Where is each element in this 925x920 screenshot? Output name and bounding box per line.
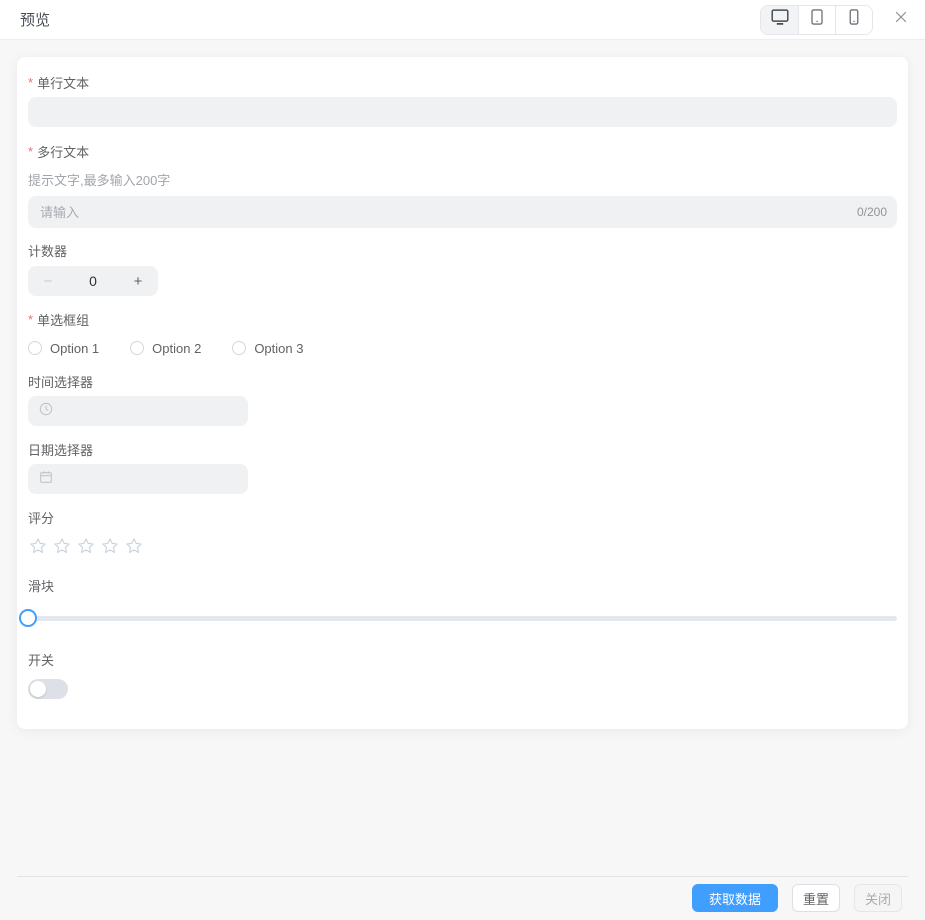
reset-button[interactable]: 重置 <box>791 884 840 912</box>
header-actions <box>760 4 911 35</box>
get-data-button[interactable]: 获取数据 <box>691 884 778 912</box>
form-item-rating: 评分 <box>28 508 897 556</box>
clock-icon <box>38 401 54 422</box>
time-picker-input[interactable] <box>28 396 248 426</box>
form-item-multi-text: * 多行文本 提示文字,最多输入200字 0/200 <box>28 142 897 228</box>
radio-option-3[interactable]: Option 3 <box>232 341 303 356</box>
required-marker: * <box>28 311 34 327</box>
slider-label: 滑块 <box>28 578 55 594</box>
radio-option-2[interactable]: Option 2 <box>130 341 201 356</box>
required-marker: * <box>28 143 34 159</box>
required-marker: * <box>28 74 34 90</box>
form-preview-card: * 单行文本 * 多行文本 提示文字,最多输入200字 0/200 计数器 − … <box>17 57 908 729</box>
page-title: 预览 <box>20 12 51 29</box>
star-icon[interactable] <box>28 536 52 556</box>
radio-group-label: * 单选框组 <box>28 311 90 328</box>
star-icon[interactable] <box>76 536 100 556</box>
close-button[interactable]: 关闭 <box>853 884 902 912</box>
device-mobile-button[interactable] <box>835 5 872 34</box>
slider-track[interactable] <box>28 616 897 621</box>
preview-header: 预览 <box>0 0 925 40</box>
star-icon[interactable] <box>124 536 148 556</box>
multi-text-hint: 提示文字,最多输入200字 <box>28 173 171 188</box>
minus-icon[interactable]: − <box>28 273 68 290</box>
multi-text-input[interactable] <box>28 196 897 228</box>
radio-option-1[interactable]: Option 1 <box>28 341 99 356</box>
close-dialog-button[interactable] <box>891 10 911 30</box>
star-icon[interactable] <box>100 536 124 556</box>
single-text-label: * 单行文本 <box>28 74 90 91</box>
slider <box>19 609 897 627</box>
device-tablet-button[interactable] <box>798 5 835 34</box>
form-item-counter: 计数器 − 0 + <box>28 241 897 296</box>
form-item-radio-group: * 单选框组 Option 1 Option 2 Option 3 <box>28 310 897 358</box>
form-item-date-picker: 日期选择器 <box>28 440 897 494</box>
form-item-single-text: * 单行文本 <box>28 73 897 127</box>
form-item-time-picker: 时间选择器 <box>28 372 897 426</box>
device-desktop-button[interactable] <box>761 5 798 34</box>
star-icon[interactable] <box>52 536 76 556</box>
date-picker-input[interactable] <box>28 464 248 494</box>
tablet-icon <box>807 7 827 32</box>
dialog-footer: 获取数据 重置 关闭 <box>0 876 925 920</box>
rating-label: 评分 <box>28 510 55 526</box>
footer-buttons: 获取数据 重置 关闭 <box>0 877 925 912</box>
switch-label: 开关 <box>28 652 55 668</box>
multi-text-label: * 多行文本 <box>28 143 90 160</box>
form-item-slider: 滑块 <box>19 576 897 627</box>
plus-icon[interactable]: + <box>118 273 158 290</box>
calendar-icon <box>38 469 54 490</box>
form-item-switch: 开关 <box>28 650 897 699</box>
radio-circle-icon <box>232 341 247 355</box>
multi-text-field-wrap: 0/200 <box>28 196 897 228</box>
switch-knob <box>30 681 46 697</box>
radio-group: Option 1 Option 2 Option 3 <box>28 338 897 358</box>
device-toggle-group <box>760 4 873 35</box>
mobile-icon <box>844 7 864 32</box>
stepper-value: 0 <box>89 273 97 289</box>
slider-handle[interactable] <box>19 609 37 627</box>
counter-label: 计数器 <box>28 243 68 259</box>
date-picker-label: 日期选择器 <box>28 442 94 458</box>
desktop-icon <box>769 6 791 33</box>
char-counter: 0/200 <box>856 205 887 219</box>
single-text-input[interactable] <box>28 97 897 127</box>
radio-circle-icon <box>28 341 42 355</box>
toggle-switch[interactable] <box>28 679 68 699</box>
time-picker-label: 时间选择器 <box>28 374 94 390</box>
star-rating <box>28 536 897 556</box>
close-icon <box>892 8 910 31</box>
number-stepper: − 0 + <box>28 266 158 296</box>
radio-circle-icon <box>130 341 145 355</box>
